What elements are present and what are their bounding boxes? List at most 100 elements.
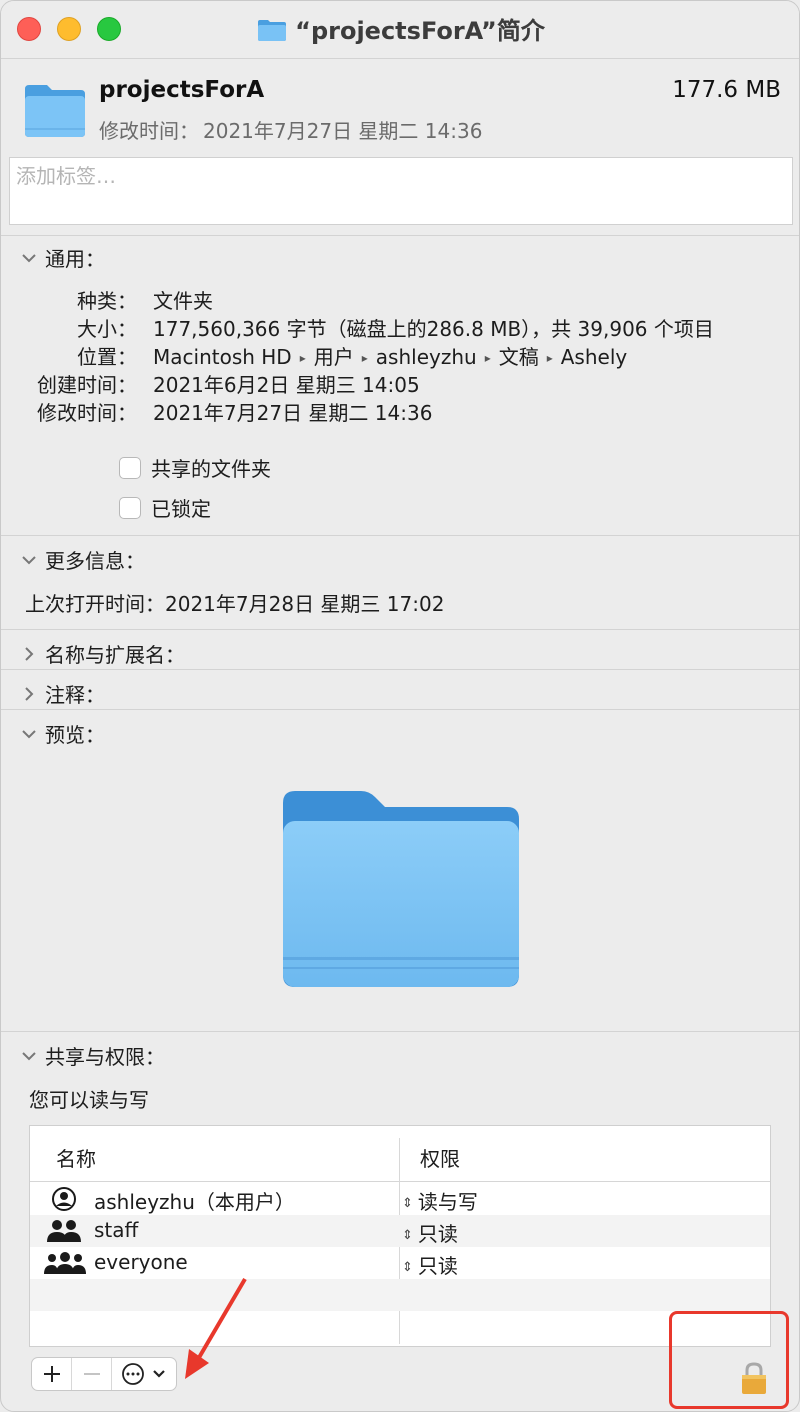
path-segment: Ashely (560, 345, 628, 369)
kind-label: 种类： (77, 289, 137, 313)
table-row[interactable]: staff ⇕ 只读 (30, 1215, 770, 1247)
table-row-empty (30, 1311, 770, 1343)
checkbox-box[interactable] (119, 496, 141, 519)
section-preview-title: 预览： (45, 723, 105, 747)
created-label: 创建时间： (37, 373, 137, 397)
last-opened-value: 2021年7月28日 星期三 17:02 (165, 592, 445, 616)
folder-icon (258, 20, 287, 41)
tags-field[interactable] (9, 157, 793, 225)
section-preview-header[interactable]: 预览： (19, 719, 105, 748)
folder-preview-icon (283, 791, 519, 987)
table-row[interactable]: ashleyzhu（本用户） ⇕ 读与写 (30, 1183, 770, 1215)
last-opened-label: 上次打开时间： (25, 592, 165, 616)
shared-folder-label: 共享的文件夹 (151, 457, 271, 481)
section-name-ext-header[interactable]: 名称与扩展名： (19, 639, 185, 668)
divider (1, 709, 799, 710)
privilege-select[interactable]: ⇕ 只读 (402, 1250, 458, 1279)
divider (1, 235, 799, 236)
updown-icon: ⇕ (402, 1260, 413, 1275)
permissions-table: 名称 权限 ashleyzhu（本用户） ⇕ 读与写 staff ⇕ 只读 ev… (29, 1125, 771, 1347)
ellipsis-circle-icon (122, 1363, 144, 1385)
path-arrow-icon: ▸ (299, 351, 306, 365)
section-more-info-header[interactable]: 更多信息： (19, 545, 145, 574)
sharing-status: 您可以读与写 (29, 1088, 149, 1112)
section-more-info-title: 更多信息： (45, 549, 145, 573)
header-modified: 修改时间： 2021年7月27日 星期二 14:36 (99, 115, 486, 144)
section-general-title: 通用： (45, 247, 105, 271)
title-bar: “projectsForA”简介 (1, 1, 799, 59)
created-value: 2021年6月2日 星期三 14:05 (153, 373, 420, 397)
path-segment: Macintosh HD (153, 345, 292, 369)
checkbox-box[interactable] (119, 456, 141, 479)
tags-input[interactable] (10, 158, 792, 194)
add-user-button[interactable] (32, 1358, 72, 1390)
updown-icon: ⇕ (402, 1228, 413, 1243)
path-segment: ashleyzhu (375, 345, 477, 369)
kind-value: 文件夹 (153, 289, 213, 313)
folder-icon (25, 85, 85, 137)
section-comments-header[interactable]: 注释： (19, 679, 105, 708)
where-row: 位置： Macintosh HD ▸ 用户 ▸ ashleyzhu ▸ 文稿 ▸ Ashely (1, 341, 799, 370)
path-segment: 文稿 (498, 345, 539, 369)
created-row: 创建时间： 2021年6月2日 星期三 14:05 (1, 369, 799, 397)
table-row-empty (30, 1279, 770, 1311)
modified-row: 修改时间： 2021年7月27日 星期二 14:36 (1, 397, 799, 425)
path-arrow-icon: ▸ (361, 351, 368, 365)
window-title: “projectsForA”简介 (1, 11, 799, 46)
size-label: 大小： (77, 317, 137, 341)
row-name: ashleyzhu（本用户） (94, 1190, 295, 1214)
annotation-arrow-icon (185, 1277, 247, 1379)
minus-icon (83, 1373, 100, 1375)
privilege-select[interactable]: ⇕ 读与写 (402, 1186, 478, 1215)
permission-buttons (31, 1357, 177, 1391)
last-opened-row: 上次打开时间：2021年7月28日 星期三 17:02 (25, 588, 444, 617)
divider (1, 535, 799, 536)
section-comments-title: 注释： (45, 683, 105, 707)
section-sharing-header[interactable]: 共享与权限： (19, 1041, 165, 1070)
row-name: staff (94, 1218, 139, 1242)
section-sharing-title: 共享与权限： (45, 1045, 165, 1069)
path-arrow-icon: ▸ (546, 351, 553, 365)
group-icon (47, 1220, 81, 1242)
shared-folder-checkbox[interactable]: 共享的文件夹 (119, 453, 271, 482)
header-modified-label: 修改时间： (99, 119, 199, 143)
path-segment: 用户 (313, 345, 354, 369)
where-label: 位置： (77, 345, 137, 369)
chevron-right-icon (25, 686, 34, 701)
section-general-header[interactable]: 通用： (19, 243, 105, 272)
user-icon (52, 1187, 76, 1211)
chevron-down-icon (22, 555, 36, 564)
modified-label: 修改时间： (37, 401, 137, 425)
row-name: everyone (94, 1250, 188, 1274)
where-path: Macintosh HD ▸ 用户 ▸ ashleyzhu ▸ 文稿 ▸ Ashely (153, 341, 627, 370)
annotation-highlight-box (669, 1311, 789, 1409)
size-value: 177,560,366 字节（磁盘上的286.8 MB），共 39,906 个项… (153, 317, 714, 341)
section-name-ext-title: 名称与扩展名： (45, 643, 185, 667)
remove-user-button[interactable] (72, 1358, 112, 1390)
chevron-down-icon (153, 1370, 165, 1378)
updown-icon: ⇕ (402, 1196, 413, 1211)
divider (1, 629, 799, 630)
modified-value: 2021年7月27日 星期二 14:36 (153, 401, 433, 425)
divider (1, 669, 799, 670)
info-window: “projectsForA”简介 projectsForA 177.6 MB 修… (0, 0, 800, 1412)
privilege-value: 只读 (417, 1254, 458, 1278)
privilege-value: 只读 (417, 1222, 458, 1246)
divider (1, 1031, 799, 1032)
chevron-down-icon (22, 253, 36, 262)
file-size: 177.6 MB (672, 77, 781, 103)
chevron-down-icon (22, 729, 36, 738)
size-row: 大小： 177,560,366 字节（磁盘上的286.8 MB），共 39,90… (1, 313, 799, 341)
window-title-text: “projectsForA”简介 (295, 17, 545, 45)
header-modified-value: 2021年7月27日 星期二 14:36 (203, 119, 483, 143)
privilege-value: 读与写 (417, 1190, 478, 1214)
col-header-privilege[interactable]: 权限 (420, 1143, 460, 1172)
path-arrow-icon: ▸ (484, 351, 491, 365)
plus-icon (43, 1366, 60, 1382)
col-header-name[interactable]: 名称 (56, 1143, 96, 1172)
locked-label: 已锁定 (151, 497, 211, 521)
more-actions-button[interactable] (112, 1358, 176, 1390)
locked-checkbox[interactable]: 已锁定 (119, 493, 211, 522)
privilege-select[interactable]: ⇕ 只读 (402, 1218, 458, 1247)
table-row[interactable]: everyone ⇕ 只读 (30, 1247, 770, 1279)
